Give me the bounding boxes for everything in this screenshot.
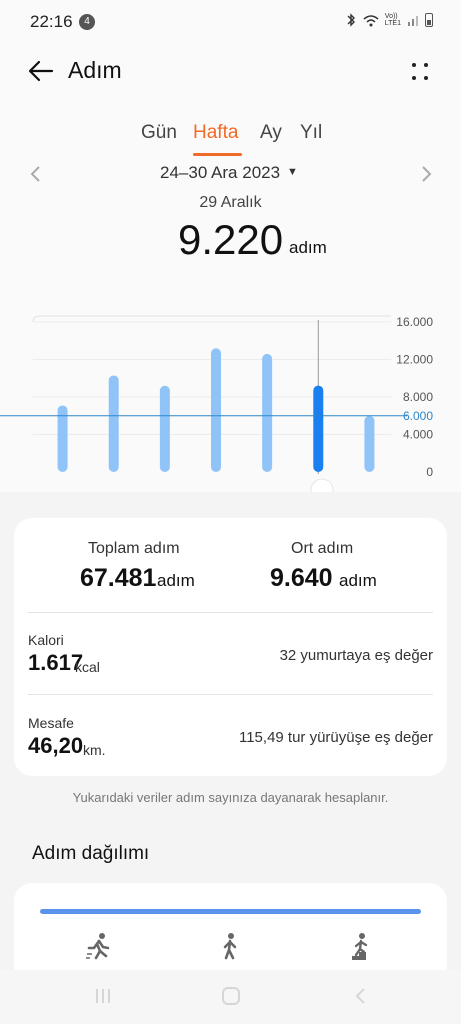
status-bar: 22:16 4 Vo)) LTE1 [0, 0, 461, 44]
y-tick-label: 16.000 [396, 315, 433, 329]
more-options-icon[interactable] [408, 60, 432, 84]
wifi-icon [363, 14, 379, 26]
bluetooth-icon [347, 13, 355, 27]
divider [28, 694, 433, 695]
battery-icon [425, 13, 433, 27]
next-week-icon[interactable] [416, 163, 436, 185]
stairs-climbing-icon [352, 933, 368, 960]
bar-Cum[interactable] [313, 385, 324, 472]
network-label: Vo)) LTE1 [384, 13, 401, 27]
tab-week[interactable]: Hafta [193, 122, 238, 144]
tab-year[interactable]: Yıl [300, 122, 322, 144]
back-nav-icon[interactable] [350, 986, 372, 1006]
distance-label: Mesafe [28, 715, 74, 731]
steps-header-panel: Adım Gün Hafta Ay Yıl 24–30 Ara 2023 ▼ 2… [0, 44, 461, 492]
period-tabs: Gün Hafta Ay Yıl [0, 122, 461, 158]
tab-month[interactable]: Ay [260, 122, 282, 144]
bar-Per[interactable] [262, 353, 273, 472]
calorie-label: Kalori [28, 632, 64, 648]
calorie-equivalent: 32 yumurtaya eş değer [279, 647, 433, 664]
distance-equivalent: 115,49 tur yürüyüşe eş değer [238, 729, 433, 746]
selected-steps-value: 9.220 [178, 216, 284, 263]
y-tick-label: 12.000 [396, 353, 433, 367]
status-time: 22:16 [30, 12, 73, 31]
recent-apps-icon[interactable] [92, 986, 114, 1006]
bar-Pzt[interactable] [108, 375, 119, 472]
date-range-label[interactable]: 24–30 Ara 2023 [160, 163, 280, 183]
chart-scrub-handle[interactable] [310, 478, 334, 492]
chart-frame [32, 315, 391, 323]
calculation-note: Yukarıdaki veriler adım sayınıza dayanar… [72, 790, 389, 805]
running-icon [86, 933, 110, 960]
distance-unit: km. [83, 742, 106, 758]
selected-date: 29 Aralık [199, 194, 262, 211]
step-distribution-title: Adım dağılımı [32, 843, 150, 864]
total-steps-value: 67.481 [80, 564, 157, 592]
bar-Çar[interactable] [211, 348, 221, 472]
bar-Sal[interactable] [159, 385, 170, 472]
average-steps-unit: adım [339, 571, 377, 590]
total-steps-label: Toplam adım [88, 540, 180, 557]
summary-card: Toplam adım 67.481 adım Ort adım 9.640 a… [14, 518, 447, 776]
system-navigation-bar [0, 970, 461, 1024]
y-tick-label: 4.000 [403, 428, 433, 442]
status-icons: Vo)) LTE1 [345, 13, 433, 27]
y-tick-label: 8.000 [403, 390, 433, 404]
home-icon[interactable] [220, 986, 242, 1006]
step-distribution-card [14, 883, 447, 983]
y-tick-label: 6.000 [403, 409, 433, 423]
average-steps-label: Ort adım [291, 540, 354, 557]
page-title: Adım [68, 57, 122, 83]
selected-steps-unit: adım [289, 238, 327, 257]
date-range-row: 24–30 Ara 2023 ▼ [0, 163, 461, 187]
distribution-bar [40, 909, 421, 914]
weekly-steps-chart[interactable]: 16.00012.0008.0006.0004.0000PazPztSalÇar… [0, 266, 461, 492]
signal-icon [408, 16, 418, 26]
average-steps-value: 9.640 [270, 564, 333, 592]
total-steps-unit: adım [157, 571, 195, 590]
divider [28, 612, 433, 613]
walking-icon [223, 933, 237, 960]
tab-day[interactable]: Gün [141, 122, 177, 144]
back-arrow-icon[interactable] [26, 56, 56, 86]
previous-week-icon[interactable] [26, 163, 46, 185]
calorie-unit: kcal [75, 659, 100, 675]
dropdown-caret-icon[interactable]: ▼ [287, 166, 298, 178]
y-tick-label: 0 [426, 465, 433, 479]
distance-value: 46,20 [28, 733, 84, 758]
bar-Cmt[interactable] [364, 415, 375, 472]
notification-count-badge: 4 [79, 14, 95, 30]
active-tab-indicator [193, 153, 242, 156]
